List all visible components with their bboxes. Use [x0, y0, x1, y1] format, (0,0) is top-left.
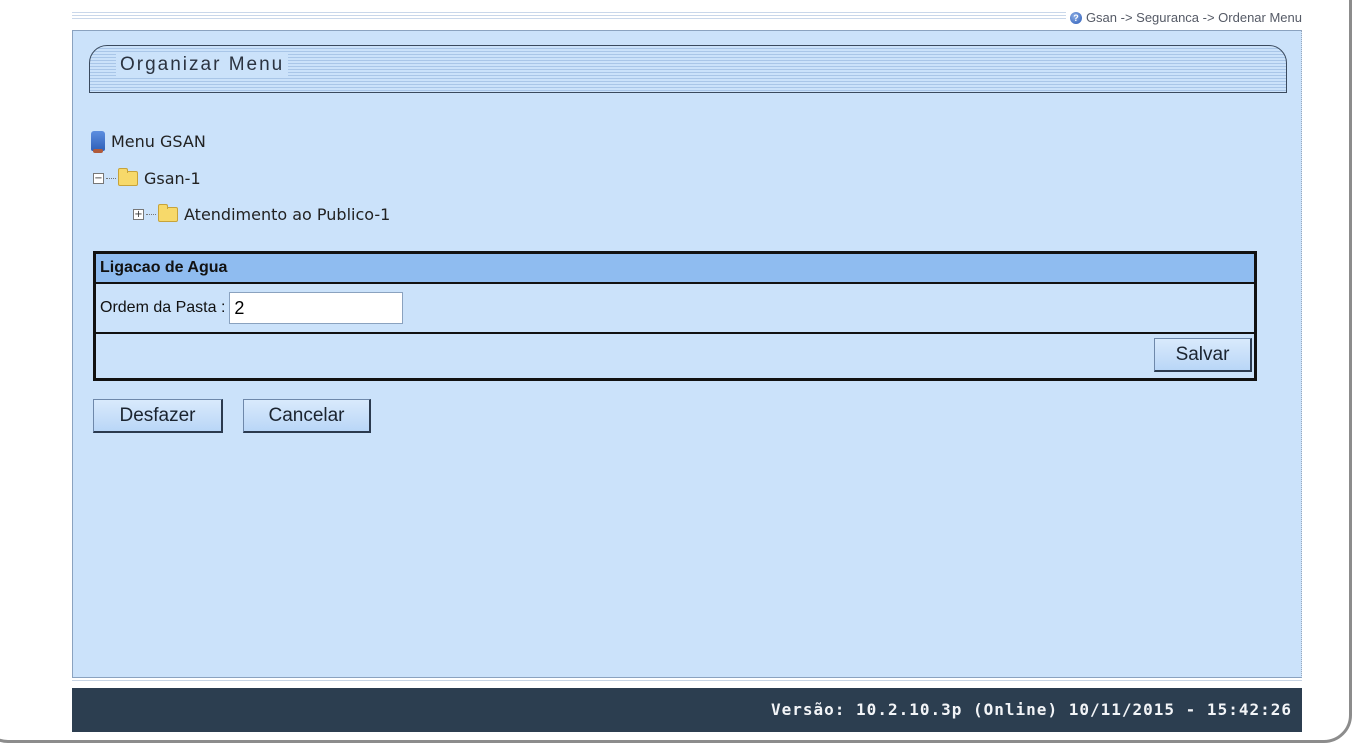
folder-open-icon [118, 168, 138, 186]
version-footer: Versão: 10.2.10.3p (Online) 10/11/2015 -… [72, 688, 1302, 732]
order-input[interactable] [229, 292, 404, 324]
form-header: Ligacao de Agua [96, 254, 1254, 284]
undo-button[interactable]: Desfazer [93, 399, 223, 433]
expand-icon[interactable]: + [133, 209, 144, 220]
page-title: Organizar Menu [116, 54, 289, 76]
order-row: Ordem da Pasta : [96, 284, 1254, 334]
tree-connector [146, 214, 156, 215]
main-panel: Organizar Menu Menu GSAN − Gsan-1 + Aten… [72, 30, 1302, 678]
tree-node-label: Atendimento ao Publico-1 [184, 205, 391, 224]
cancel-button[interactable]: Cancelar [243, 399, 371, 433]
help-icon[interactable]: ? [1069, 11, 1082, 24]
collapse-icon[interactable]: − [93, 173, 104, 184]
folder-icon [158, 204, 178, 222]
panel-title-bar: Organizar Menu [89, 45, 1287, 93]
folder-form: Ligacao de Agua Ordem da Pasta : Salvar [93, 251, 1257, 381]
tree-node-atendimento[interactable]: + Atendimento ao Publico-1 [133, 204, 391, 224]
breadcrumb-text: Gsan -> Seguranca -> Ordenar Menu [1085, 10, 1302, 25]
top-strip: ? Gsan -> Seguranca -> Ordenar Menu [72, 6, 1302, 30]
save-button[interactable]: Salvar [1154, 338, 1252, 372]
tree-connector [106, 178, 116, 179]
breadcrumb: ? Gsan -> Seguranca -> Ordenar Menu [1065, 10, 1302, 25]
tree-node-label: Menu GSAN [111, 131, 206, 151]
computer-icon [91, 131, 105, 153]
footer-divider [72, 680, 1302, 687]
tree-node-gsan[interactable]: − Gsan-1 [93, 168, 201, 188]
order-label: Ordem da Pasta : [100, 299, 226, 316]
tree-node-root[interactable]: Menu GSAN [91, 131, 206, 153]
tree-node-label: Gsan-1 [144, 169, 201, 188]
